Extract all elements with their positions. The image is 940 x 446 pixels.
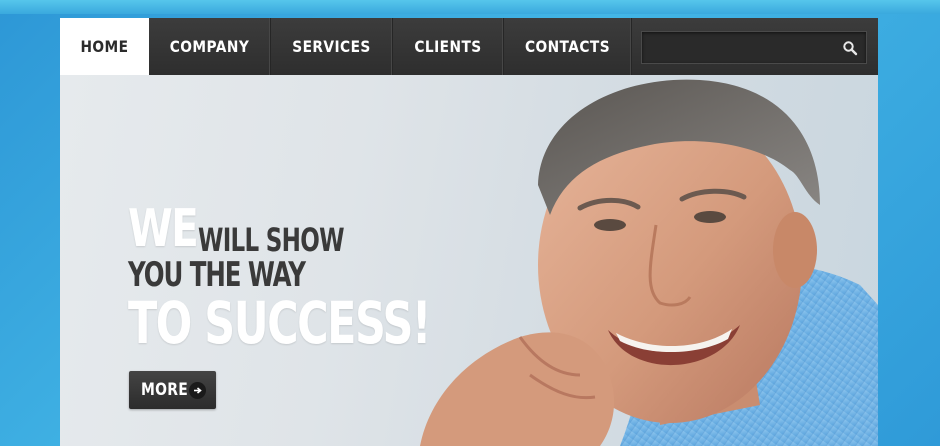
nav-item-clients[interactable]: CLIENTS	[401, 18, 496, 75]
headline-will-show: WILL SHOW	[198, 221, 344, 259]
nav-item-services[interactable]: SERVICES	[279, 18, 383, 75]
site-frame: HOME COMPANY SERVICES CLIENTS CONTACTS W…	[60, 18, 878, 446]
nav-item-company[interactable]: COMPANY	[157, 18, 261, 75]
more-button-label: MORE	[141, 380, 188, 400]
nav-item-contacts[interactable]: CONTACTS	[513, 18, 622, 75]
search-box	[641, 31, 867, 64]
nav-cell-clients: CLIENTS	[393, 18, 504, 75]
nav-item-home[interactable]: HOME	[66, 18, 143, 75]
nav-cell-services: SERVICES	[271, 18, 393, 75]
nav-cell-company: COMPANY	[149, 18, 271, 75]
search-input[interactable]	[642, 32, 832, 63]
arrow-right-icon	[189, 382, 206, 399]
nav-items: HOME COMPANY SERVICES CLIENTS CONTACTS	[60, 18, 632, 75]
nav-cell-contacts: CONTACTS	[504, 18, 632, 75]
search-icon[interactable]	[842, 40, 858, 56]
top-strip	[0, 0, 940, 14]
main-navigation: HOME COMPANY SERVICES CLIENTS CONTACTS	[60, 18, 878, 75]
hero-banner: WE WILL SHOW YOU THE WAY TO SUCCESS! MOR…	[60, 75, 878, 446]
nav-cell-home: HOME	[60, 18, 149, 75]
headline-to-success: TO SUCCESS!	[128, 289, 431, 357]
headline-we: WE	[128, 199, 199, 259]
more-button[interactable]: MORE	[129, 371, 216, 409]
